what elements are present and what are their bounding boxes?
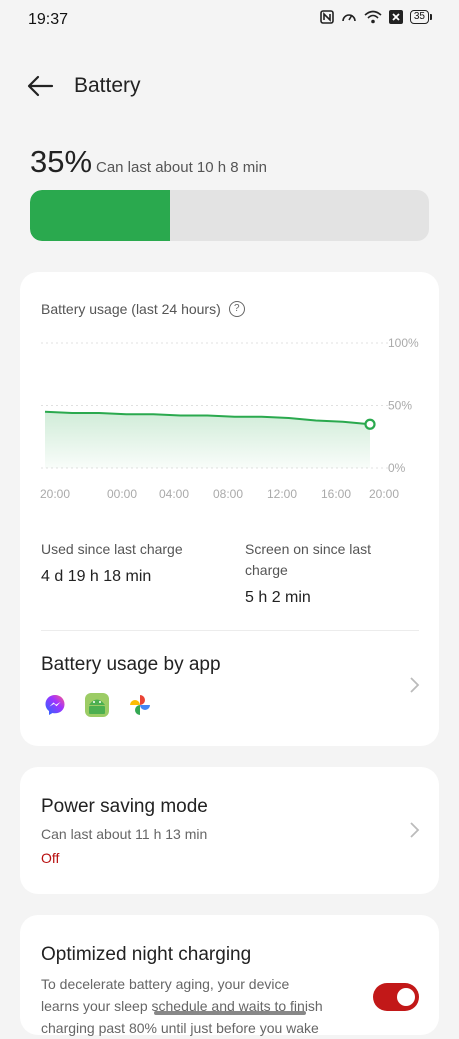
header: Battery <box>0 62 459 110</box>
power-saving-title: Power saving mode <box>41 796 208 817</box>
status-bar: 19:37 35 <box>0 0 459 40</box>
divider <box>41 630 419 631</box>
x-tick-label: 08:00 <box>213 487 243 501</box>
google-photos-icon <box>130 695 150 715</box>
power-saving-estimate: Can last about 11 h 13 min <box>41 826 208 842</box>
battery-status-icon: 35 <box>409 10 433 24</box>
description-line: To decelerate battery aging, your device <box>41 976 290 992</box>
y-tick-label: 0% <box>388 461 406 475</box>
night-charging-description: To decelerate battery aging, your device… <box>41 973 341 1039</box>
night-charging-card: Optimized night charging To decelerate b… <box>20 915 439 1036</box>
back-arrow-icon[interactable] <box>26 74 54 98</box>
no-signal-icon <box>388 10 403 24</box>
home-indicator[interactable] <box>154 1011 306 1015</box>
current-level-point <box>364 418 376 430</box>
y-tick-label: 100% <box>388 336 419 350</box>
android-icon <box>85 693 109 717</box>
page-title: Battery <box>74 74 141 97</box>
chevron-right-icon <box>410 677 420 693</box>
power-saving-card[interactable]: Power saving mode Can last about 11 h 13… <box>20 767 439 894</box>
battery-percentage: 35% <box>30 144 93 179</box>
x-tick-label: 20:00 <box>369 487 399 501</box>
night-charging-title: Optimized night charging <box>41 944 252 965</box>
power-saving-status: Off <box>41 850 60 866</box>
chevron-right-icon <box>410 822 420 838</box>
battery-usage-by-app-title: Battery usage by app <box>41 654 221 675</box>
x-tick-label: 20:00 <box>40 487 70 501</box>
screen-on-value: 5 h 2 min <box>245 589 311 606</box>
night-charging-toggle[interactable] <box>373 983 419 1011</box>
battery-usage-chart[interactable]: 100% 50% 0% 20:00 00:00 04:00 08:00 12:00 16:00 2… <box>20 272 439 512</box>
wifi-icon <box>364 10 382 24</box>
used-since-value: 4 d 19 h 18 min <box>41 568 152 585</box>
status-time: 19:37 <box>28 11 69 28</box>
screen-on-label: Screen on since last charge <box>245 541 372 578</box>
x-tick-label: 04:00 <box>159 487 189 501</box>
y-tick-label: 50% <box>388 399 412 413</box>
battery-level-fill <box>30 190 170 241</box>
speed-icon <box>342 14 356 22</box>
used-since-label: Used since last charge <box>41 541 183 557</box>
battery-estimate: Can last about 10 h 8 min <box>96 159 267 176</box>
app-icons <box>44 692 152 718</box>
battery-level-bar <box>30 190 429 241</box>
messenger-icon <box>45 695 65 715</box>
x-tick-label: 00:00 <box>107 487 137 501</box>
x-tick-label: 12:00 <box>267 487 297 501</box>
status-icons: 35 <box>320 10 433 24</box>
description-line: charging past 80% until just before you … <box>41 1020 319 1036</box>
x-tick-label: 16:00 <box>321 487 351 501</box>
nfc-icon <box>320 10 334 24</box>
battery-usage-card: Battery usage (last 24 hours) ? 100% 50% 0… <box>20 272 439 746</box>
